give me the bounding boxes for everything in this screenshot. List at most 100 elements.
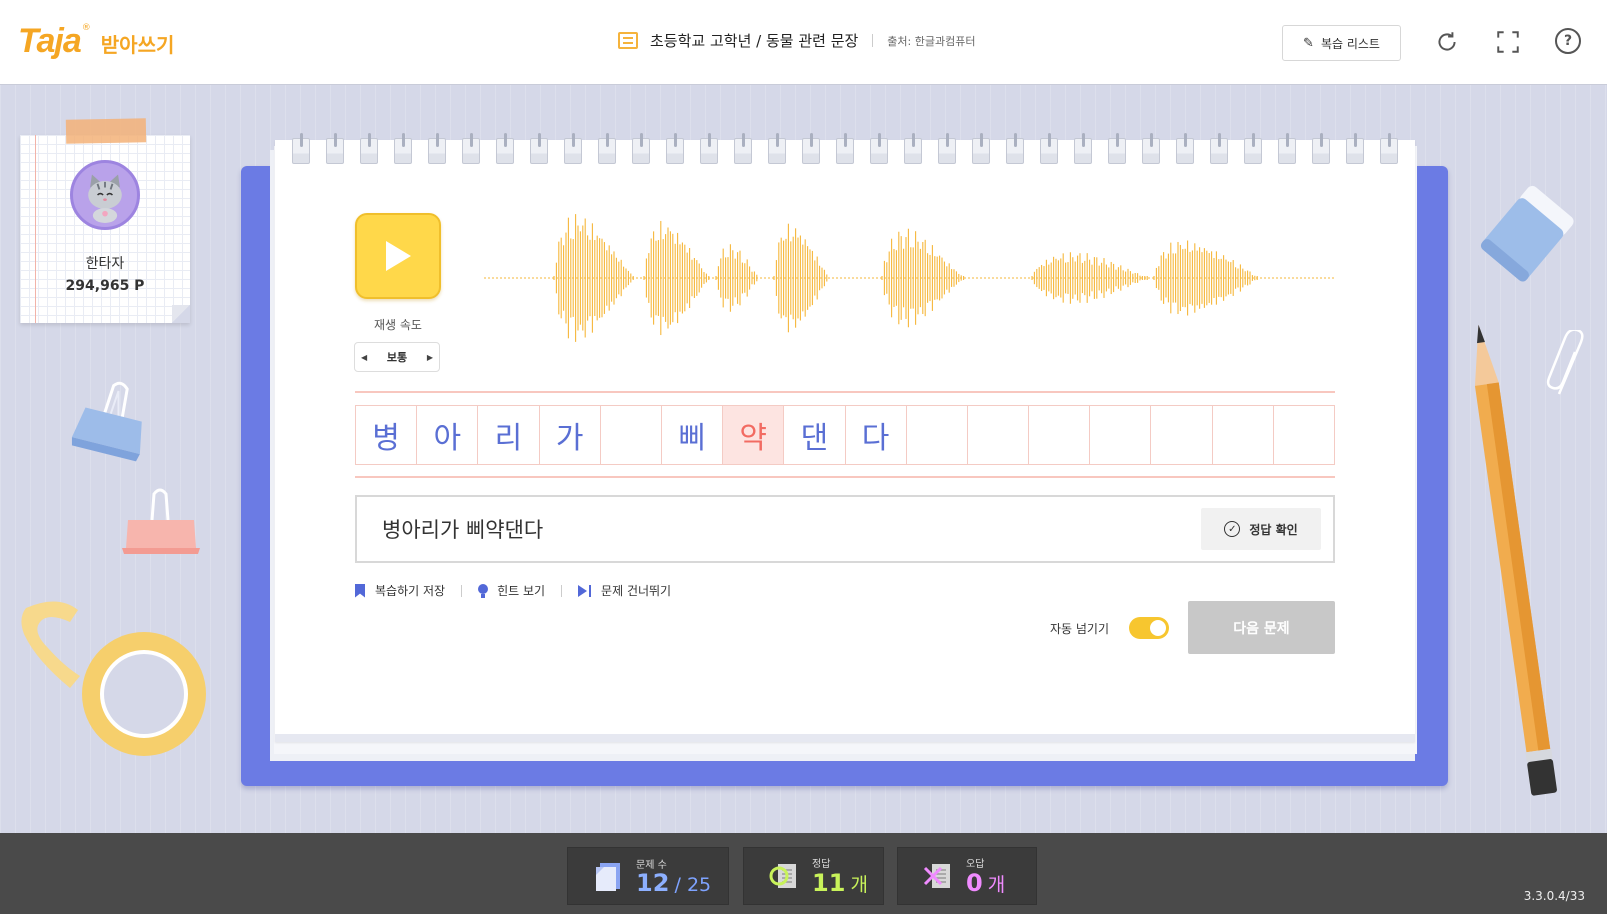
spiral-ring bbox=[1380, 133, 1398, 164]
answer-char-cell bbox=[968, 406, 1030, 464]
spiral-ring bbox=[1142, 133, 1160, 164]
play-button[interactable] bbox=[355, 213, 441, 299]
answer-char-cell: 병 bbox=[356, 406, 418, 464]
help-icon[interactable]: ? bbox=[1555, 28, 1581, 54]
eraser-icon bbox=[1480, 185, 1574, 282]
spiral-ring bbox=[564, 133, 582, 164]
spiral-ring bbox=[292, 133, 310, 164]
source-text: 출처: 한글과컴퓨터 bbox=[887, 34, 976, 48]
hint-label: 힌트 보기 bbox=[497, 584, 546, 598]
wrong-unit: 개 bbox=[987, 874, 1006, 896]
check-answer-button[interactable]: ✓ 정답 확인 bbox=[1201, 508, 1321, 550]
binder-clip-pink-icon bbox=[122, 488, 200, 554]
logo-mark: Taja bbox=[18, 22, 82, 60]
skip-label: 문제 건너뛰기 bbox=[601, 584, 672, 598]
spiral-ring bbox=[530, 133, 548, 164]
edit-icon: ✎ bbox=[1303, 35, 1314, 51]
wrong-count-panel: 오답 0 개 bbox=[897, 847, 1037, 905]
spiral-ring bbox=[972, 133, 990, 164]
header: Taja ® 받아쓰기 초등학교 고학년 / 동물 관련 문장 출처: 한글과컴… bbox=[0, 0, 1607, 85]
answer-char-cell: 아 bbox=[417, 406, 479, 464]
divider bbox=[561, 584, 563, 597]
document-icon bbox=[596, 863, 620, 891]
question-current: 12 bbox=[636, 869, 670, 897]
spiral-ring bbox=[904, 133, 922, 164]
spiral-ring bbox=[836, 133, 854, 164]
divider bbox=[872, 34, 874, 47]
skip-link[interactable]: 문제 건너뛰기 bbox=[578, 582, 671, 599]
check-answer-label: 정답 확인 bbox=[1249, 522, 1298, 537]
profile-points: 294,965 P bbox=[65, 278, 145, 294]
auto-next-toggle[interactable] bbox=[1129, 617, 1169, 639]
spiral-ring bbox=[394, 133, 412, 164]
next-question-label: 다음 문제 bbox=[1233, 620, 1290, 637]
cat-avatar-icon bbox=[88, 174, 122, 223]
wrong-icon bbox=[923, 864, 950, 888]
logo[interactable]: Taja ® 받아쓰기 bbox=[18, 22, 174, 61]
hint-link[interactable]: 힌트 보기 bbox=[478, 582, 545, 599]
spiral-ring bbox=[870, 133, 888, 164]
paper-edge bbox=[275, 734, 1415, 742]
answer-char-cell bbox=[601, 406, 662, 464]
answer-char-cell: 약 bbox=[723, 406, 785, 464]
answer-char-cell bbox=[907, 406, 968, 464]
spiral-ring bbox=[428, 133, 446, 164]
spiral-ring bbox=[666, 133, 684, 164]
spiral-rings bbox=[275, 133, 1415, 168]
audio-waveform bbox=[484, 214, 1334, 342]
spiral-ring bbox=[734, 133, 752, 164]
correct-label: 정답 bbox=[812, 859, 831, 870]
avatar[interactable] bbox=[70, 160, 140, 230]
answer-typed-text: 병아리가 삐약댄다 bbox=[382, 518, 544, 542]
spiral-ring bbox=[326, 133, 344, 164]
bookmark-icon bbox=[355, 583, 365, 598]
speed-prev-icon[interactable]: ◀ bbox=[361, 353, 367, 362]
correct-count: 11 bbox=[812, 869, 846, 897]
spiral-ring bbox=[462, 133, 480, 164]
margin-line bbox=[35, 135, 36, 323]
question-total: / 25 bbox=[674, 874, 712, 896]
spiral-ring bbox=[1074, 133, 1092, 164]
wrong-label: 오답 bbox=[966, 859, 985, 870]
answer-char-cell: 삐 bbox=[662, 406, 724, 464]
review-list-button[interactable]: ✎ 복습 리스트 bbox=[1282, 25, 1401, 61]
spiral-ring bbox=[1244, 133, 1262, 164]
spiral-ring bbox=[700, 133, 718, 164]
save-review-link[interactable]: 복습하기 저장 bbox=[355, 582, 445, 599]
answer-char-grid: 병아리가 삐약댄다 bbox=[355, 405, 1335, 465]
speed-label: 재생 속도 bbox=[374, 318, 422, 332]
answer-char-cell bbox=[1213, 406, 1274, 464]
spiral-ring bbox=[938, 133, 956, 164]
profile-card: 한타자 294,965 P bbox=[20, 135, 190, 323]
tape-strip bbox=[65, 118, 147, 144]
answer-char-cell bbox=[1274, 406, 1334, 464]
next-question-button[interactable]: 다음 문제 bbox=[1188, 601, 1335, 654]
guide-rule bbox=[355, 391, 1335, 393]
spiral-ring bbox=[496, 133, 514, 164]
refresh-icon[interactable] bbox=[1433, 28, 1461, 56]
spiral-ring bbox=[1006, 133, 1024, 164]
skip-icon bbox=[578, 584, 592, 598]
question-count-panel: 문제 수 12 / 25 bbox=[567, 847, 729, 905]
correct-unit: 개 bbox=[850, 874, 868, 896]
list-icon bbox=[618, 32, 638, 49]
check-circle-icon: ✓ bbox=[1224, 521, 1241, 537]
speed-next-icon[interactable]: ▶ bbox=[427, 353, 433, 362]
save-review-label: 복습하기 저장 bbox=[375, 584, 446, 598]
tape-roll-icon bbox=[21, 601, 206, 756]
spiral-ring bbox=[598, 133, 616, 164]
spiral-ring bbox=[1176, 133, 1194, 164]
spiral-ring bbox=[1210, 133, 1228, 164]
answer-char-cell: 댄 bbox=[784, 406, 846, 464]
answer-char-cell bbox=[1090, 406, 1152, 464]
speed-value: 보통 bbox=[386, 351, 408, 364]
answer-char-cell: 리 bbox=[478, 406, 540, 464]
answer-char-cell: 가 bbox=[540, 406, 601, 464]
speed-control[interactable]: ◀ 보통 ▶ bbox=[354, 342, 440, 372]
correct-icon bbox=[769, 864, 796, 888]
answer-input[interactable]: 병아리가 삐약댄다 ✓ 정답 확인 bbox=[355, 495, 1335, 563]
spiral-ring bbox=[1108, 133, 1126, 164]
fullscreen-icon[interactable] bbox=[1494, 28, 1522, 56]
wrong-count: 0 bbox=[966, 869, 983, 897]
logo-registered: ® bbox=[81, 22, 91, 33]
